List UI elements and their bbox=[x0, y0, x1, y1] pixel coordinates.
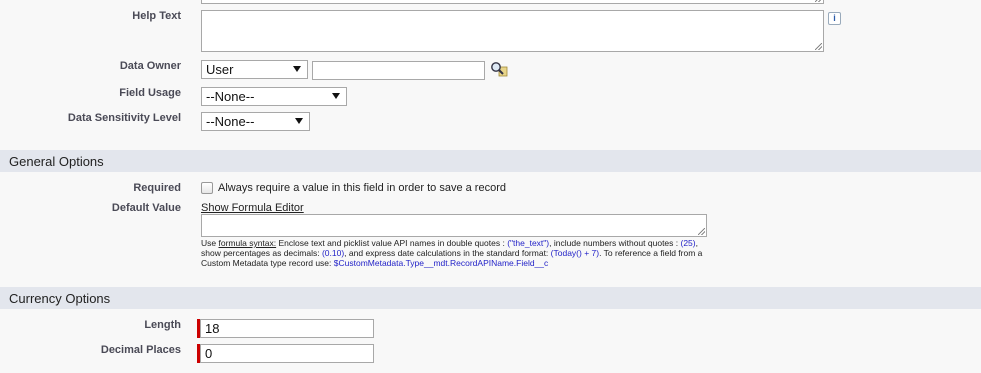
required-checkbox[interactable] bbox=[201, 182, 213, 194]
lookup-magnifier-icon[interactable] bbox=[490, 61, 508, 77]
dropdown-arrow-icon bbox=[295, 118, 303, 124]
info-icon[interactable]: i bbox=[828, 12, 841, 25]
select-value: --None-- bbox=[206, 114, 255, 129]
data-owner-type-select[interactable]: User bbox=[201, 60, 308, 79]
select-value: User bbox=[206, 62, 234, 77]
help-text-textarea[interactable] bbox=[201, 10, 824, 52]
decimal-places-input[interactable]: 0 bbox=[200, 344, 374, 363]
required-label: Required bbox=[133, 182, 181, 194]
dropdown-arrow-icon bbox=[332, 93, 340, 99]
select-value: --None-- bbox=[206, 89, 255, 104]
help-text-label: Help Text bbox=[132, 10, 181, 22]
data-owner-lookup-input[interactable] bbox=[312, 61, 485, 80]
required-checkbox-text: Always require a value in this field in … bbox=[218, 182, 506, 194]
resize-grip-icon[interactable] bbox=[698, 228, 705, 235]
data-sensitivity-label: Data Sensitivity Level bbox=[67, 112, 181, 124]
decimal-places-label: Decimal Places bbox=[100, 344, 181, 356]
length-label: Length bbox=[144, 319, 181, 331]
resize-grip-icon[interactable] bbox=[815, 0, 822, 2]
field-usage-select[interactable]: --None-- bbox=[201, 87, 347, 106]
general-options-header: General Options bbox=[0, 150, 981, 172]
length-input[interactable]: 18 bbox=[200, 319, 374, 338]
data-owner-label: Data Owner bbox=[119, 60, 181, 72]
formula-syntax-link[interactable]: formula syntax: bbox=[218, 238, 276, 248]
description-textarea[interactable] bbox=[201, 0, 824, 4]
resize-grip-icon[interactable] bbox=[815, 43, 822, 50]
default-value-textarea[interactable] bbox=[201, 214, 707, 237]
dropdown-arrow-icon bbox=[293, 66, 301, 72]
data-sensitivity-select[interactable]: --None-- bbox=[201, 112, 310, 131]
field-usage-label: Field Usage bbox=[119, 87, 181, 99]
default-value-label: Default Value bbox=[111, 202, 181, 214]
formula-help-text: Use formula syntax: Enclose text and pic… bbox=[201, 238, 703, 268]
show-formula-editor-link[interactable]: Show Formula Editor bbox=[201, 202, 304, 214]
currency-options-header: Currency Options bbox=[0, 287, 981, 309]
